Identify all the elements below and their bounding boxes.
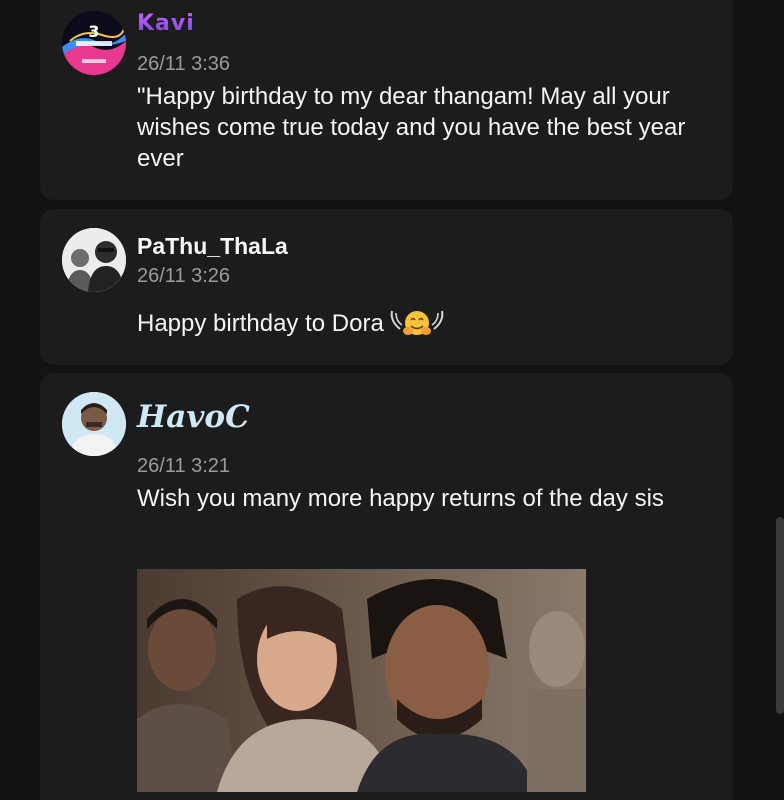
message-feed: 3 Kavi 26/11 3:36 "Happy birthday to my … [0, 0, 784, 800]
avatar[interactable] [62, 392, 126, 456]
message-text: "Happy birthday to my dear thangam! May … [137, 83, 686, 172]
user-photo-icon [62, 392, 126, 456]
message-text-content: Happy birthday to Dora [137, 310, 384, 337]
scrollbar[interactable] [776, 517, 784, 714]
username[interactable]: PaThu_ThaLa [137, 232, 288, 260]
message-text: Wish you many more happy returns of the … [137, 485, 664, 512]
message-card[interactable]: 3 Kavi 26/11 3:36 "Happy birthday to my … [40, 0, 733, 200]
message-text: Happy birthday to Dora [137, 307, 717, 345]
birthday-celebration-avatar-icon: 3 [62, 11, 126, 75]
svg-text:3: 3 [88, 22, 99, 41]
gif-image-icon [137, 569, 586, 792]
avatar[interactable]: 3 [62, 11, 126, 75]
timestamp: 26/11 3:36 [137, 53, 231, 75]
timestamp: 26/11 3:21 [137, 455, 231, 477]
timestamp: 26/11 3:26 [137, 265, 231, 287]
message-card[interactable]: PaThu_ThaLa 26/11 3:26 Happy birthday to… [40, 209, 733, 365]
message-card[interactable]: HavoC 26/11 3:21 Wish you many more happ… [40, 373, 733, 800]
user-photo-icon [62, 228, 126, 292]
username[interactable]: HavoC [137, 402, 250, 433]
hugging-face-emoji-icon [388, 307, 446, 345]
username[interactable]: Kavi [137, 10, 195, 38]
gif-attachment[interactable] [137, 569, 586, 792]
avatar[interactable] [62, 228, 126, 292]
